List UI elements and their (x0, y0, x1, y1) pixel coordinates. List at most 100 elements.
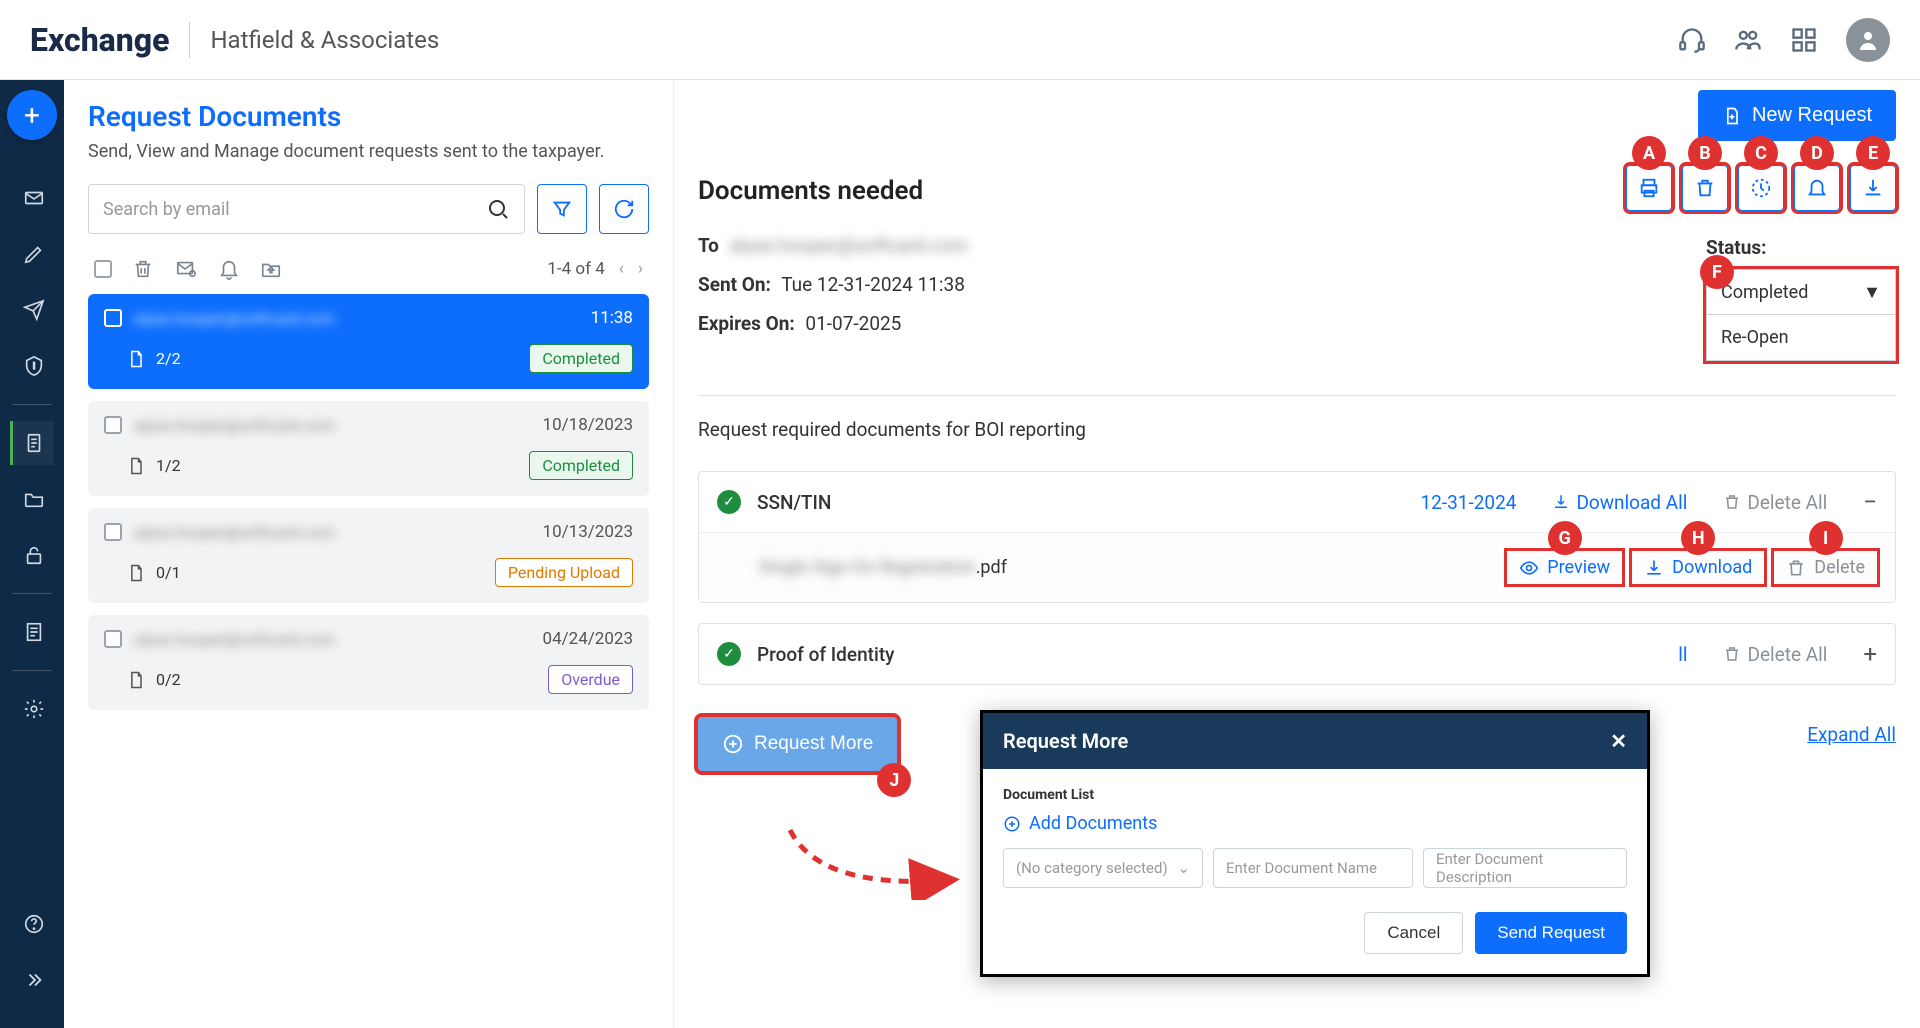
rail-expand-icon[interactable] (10, 958, 54, 1002)
request-description: Request required documents for BOI repor… (698, 418, 1896, 441)
doc-group: ✓ Proof of Identity ll Delete All + (698, 623, 1896, 685)
new-request-button[interactable]: New Request (1698, 90, 1896, 141)
request-list: alyse.hooper@softcard.com 11:38 2/2 Comp… (88, 294, 649, 710)
row-checkbox[interactable] (104, 416, 122, 434)
pager-next[interactable]: › (638, 259, 643, 279)
rail-lock-icon[interactable] (10, 533, 54, 577)
rail-settings-icon[interactable] (10, 687, 54, 731)
search-placeholder: Search by email (103, 199, 486, 220)
avatar[interactable] (1846, 18, 1890, 62)
mail-action-icon[interactable] (174, 258, 198, 280)
close-icon[interactable]: ✕ (1610, 729, 1627, 753)
status-box: Status: F Completed ▼ Re-Open (1706, 236, 1896, 361)
request-more-button[interactable]: Request More J (698, 717, 897, 771)
annotation-arrow (780, 820, 960, 900)
page-subtitle: Send, View and Manage document requests … (88, 141, 649, 162)
refresh-button[interactable] (599, 184, 649, 234)
headset-icon[interactable] (1678, 26, 1706, 54)
doc-desc-input[interactable]: Enter Document Description (1423, 848, 1627, 888)
group-date: 12-31-2024 (1421, 491, 1517, 514)
new-request-label: New Request (1752, 104, 1872, 127)
file-download-button[interactable]: HDownload (1632, 551, 1764, 584)
request-more-label: Request More (754, 733, 873, 755)
expand-icon[interactable]: + (1863, 640, 1877, 668)
download-all-button[interactable]: Download All (1552, 491, 1687, 514)
rail-shield-icon[interactable]: ! (10, 344, 54, 388)
status-select[interactable]: Completed ▼ (1706, 269, 1896, 315)
request-email: alyse.hooper@softcard.com (134, 416, 335, 435)
search-input[interactable]: Search by email (88, 184, 525, 234)
header-icons (1678, 18, 1890, 62)
trash-icon[interactable] (132, 258, 154, 280)
firm-name: Hatfield & Associates (210, 26, 439, 54)
collapse-icon[interactable]: − (1863, 488, 1877, 516)
row-checkbox[interactable] (104, 309, 122, 327)
history-button[interactable]: C (1738, 165, 1784, 211)
status-option-reopen[interactable]: Re-Open (1706, 315, 1896, 361)
delete-all-button[interactable]: Delete All (1723, 643, 1827, 666)
request-item[interactable]: alyse.hooper@softcard.com 11:38 2/2 Comp… (88, 294, 649, 389)
users-icon[interactable] (1734, 26, 1762, 54)
send-request-button[interactable]: Send Request (1475, 912, 1627, 954)
row-checkbox[interactable] (104, 523, 122, 541)
doc-group-header[interactable]: ✓ SSN/TIN 12-31-2024 Download All Delete… (699, 472, 1895, 532)
delete-all-button[interactable]: Delete All (1723, 491, 1827, 514)
doc-group: ✓ SSN/TIN 12-31-2024 Download All Delete… (698, 471, 1896, 603)
request-item[interactable]: alyse.hooper@softcard.com 04/24/2023 0/2… (88, 615, 649, 710)
annotation-a: A (1632, 136, 1666, 170)
doc-group-header[interactable]: ✓ Proof of Identity ll Delete All + (699, 624, 1895, 684)
page-title: Request Documents (88, 100, 649, 133)
annotation-d: D (1800, 136, 1834, 170)
status-value: Completed (1721, 282, 1808, 303)
annotation-e: E (1856, 136, 1890, 170)
annotation-g: G (1548, 521, 1582, 555)
file-delete-button[interactable]: IDelete (1774, 551, 1877, 584)
request-date: 10/18/2023 (543, 415, 633, 435)
rail-mail-icon[interactable] (10, 176, 54, 220)
delete-button[interactable]: B (1682, 165, 1728, 211)
bell-icon[interactable] (218, 258, 240, 280)
top-header: Exchange Hatfield & Associates (0, 0, 1920, 80)
plus-circle-icon (1003, 815, 1021, 833)
row-checkbox[interactable] (104, 630, 122, 648)
document-icon (126, 670, 146, 690)
check-icon: ✓ (717, 642, 741, 666)
filter-button[interactable] (537, 184, 587, 234)
doc-name-input[interactable]: Enter Document Name (1213, 848, 1413, 888)
print-button[interactable]: A (1626, 165, 1672, 211)
download-all-button[interactable]: ll (1678, 643, 1687, 666)
doc-file-row: Single Sign-On Registration.pdf GPreview… (699, 532, 1895, 602)
request-item[interactable]: alyse.hooper@softcard.com 10/13/2023 0/1… (88, 508, 649, 603)
rail-help-icon[interactable] (10, 902, 54, 946)
modal-doclist-label: Document List (1003, 787, 1627, 803)
pager: 1-4 of 4 ‹ › (547, 259, 643, 279)
annotation-h: H (1681, 521, 1715, 555)
rail-receipt-icon[interactable] (10, 610, 54, 654)
add-button[interactable]: + (7, 90, 57, 140)
request-email: alyse.hooper@softcard.com (134, 523, 335, 542)
select-all-checkbox[interactable] (94, 260, 112, 278)
group-title: Proof of Identity (757, 643, 894, 666)
notify-button[interactable]: D (1794, 165, 1840, 211)
category-select[interactable]: (No category selected)⌄ (1003, 848, 1203, 888)
pager-prev[interactable]: ‹ (619, 259, 624, 279)
rail-send-icon[interactable] (10, 288, 54, 332)
add-documents-button[interactable]: Add Documents (1003, 813, 1627, 834)
preview-button[interactable]: GPreview (1507, 551, 1622, 584)
rail-doc-icon[interactable] (10, 421, 54, 465)
cancel-button[interactable]: Cancel (1364, 912, 1463, 954)
download-button[interactable]: E (1850, 165, 1896, 211)
chevron-down-icon: ⌄ (1177, 859, 1190, 877)
rail-folder-icon[interactable] (10, 477, 54, 521)
document-icon (126, 349, 146, 369)
expand-all-link[interactable]: Expand All (1807, 723, 1896, 746)
apps-icon[interactable] (1790, 26, 1818, 54)
brand-separator (189, 22, 190, 58)
request-date: 04/24/2023 (543, 629, 633, 649)
annotation-i: I (1809, 521, 1843, 555)
request-item[interactable]: alyse.hooper@softcard.com 10/18/2023 1/2… (88, 401, 649, 496)
rail-edit-icon[interactable] (10, 232, 54, 276)
archive-icon[interactable] (260, 258, 282, 280)
file-ext: .pdf (976, 557, 1007, 578)
document-icon (126, 563, 146, 583)
